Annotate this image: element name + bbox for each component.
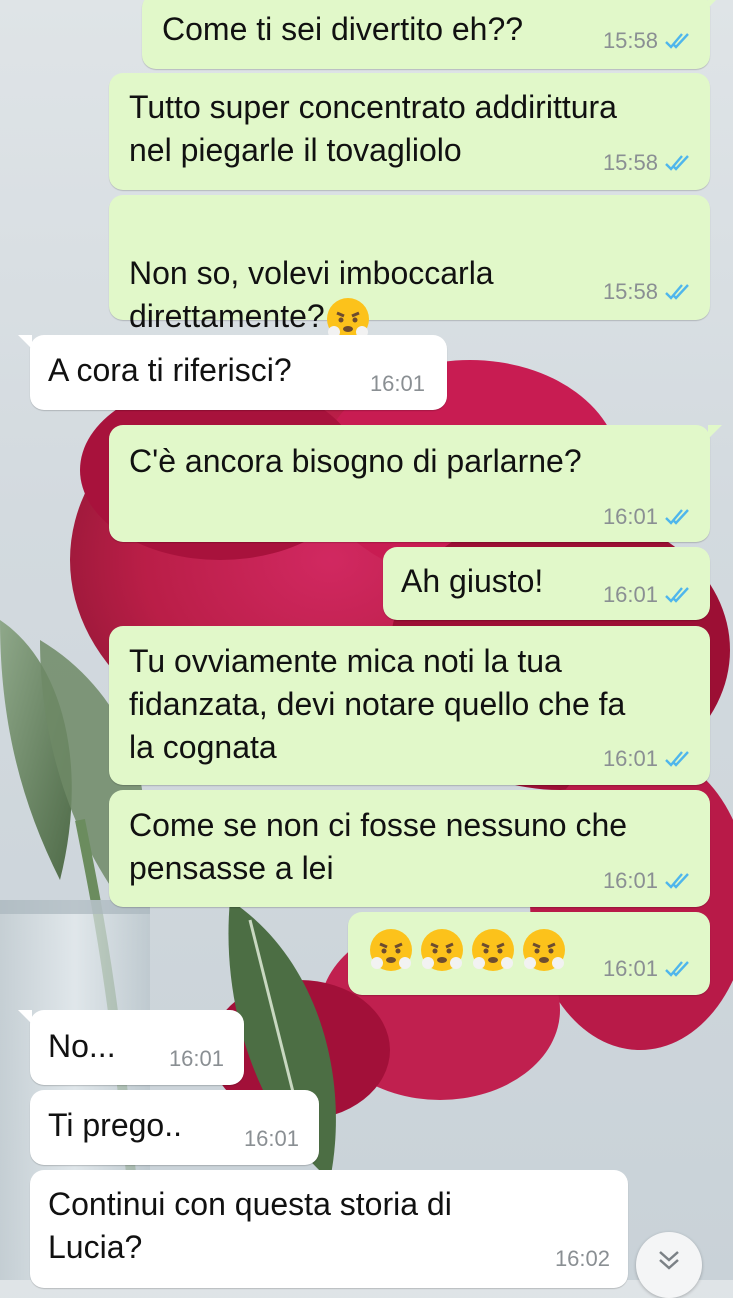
message-meta: 15:58	[603, 152, 692, 174]
message-text: Tutto super concentrato addirittura nel …	[129, 89, 617, 168]
message-time: 15:58	[602, 279, 658, 304]
message-bubble[interactable]: Tu ovviamente mica noti la tua fidanzata…	[109, 626, 710, 785]
double-check-icon	[665, 587, 689, 603]
message-text: No...	[48, 1028, 116, 1064]
message-text: Tu ovviamente mica noti la tua fidanzata…	[129, 643, 626, 765]
message-meta: 15:58	[603, 30, 692, 52]
message-bubble[interactable]: Ti prego.. 16:01	[30, 1090, 319, 1165]
message-time: 16:02	[554, 1246, 610, 1271]
double-check-icon	[665, 751, 689, 767]
message-text: Continui con questa storia di Lucia?	[48, 1186, 452, 1265]
message-meta: 16:01	[603, 870, 692, 892]
message-text: Come ti sei divertito eh??	[162, 11, 524, 47]
message-meta: 16:01	[603, 958, 692, 980]
message-time: 16:01	[243, 1126, 299, 1151]
face-with-steam-from-nose-icon	[523, 929, 565, 971]
message-text-content: Non so, volevi imboccarla direttamente?	[129, 255, 494, 334]
message-time: 16:01	[168, 1046, 224, 1071]
message-text: C'è ancora bisogno di parlarne?	[129, 443, 582, 479]
message-bubble[interactable]: Come ti sei divertito eh?? 15:58	[142, 0, 716, 69]
face-with-steam-from-nose-icon	[370, 929, 412, 971]
double-check-icon	[665, 873, 689, 889]
face-with-steam-from-nose-icon	[421, 929, 463, 971]
message-text: Ah giusto!	[401, 563, 544, 599]
message-time: 15:58	[602, 150, 658, 175]
message-meta: 16:01	[370, 373, 425, 395]
chevron-double-down-icon	[659, 1251, 679, 1270]
double-check-icon	[665, 33, 689, 49]
bubble-tail	[708, 425, 722, 439]
message-time: 16:01	[602, 746, 658, 771]
double-check-icon	[665, 961, 689, 977]
message-meta: 16:01	[603, 506, 692, 528]
bubble-tail	[18, 1010, 32, 1024]
message-meta: 15:58	[603, 281, 692, 303]
message-meta: 16:01	[169, 1048, 224, 1070]
message-bubble[interactable]: A cora ti riferisci? 16:01	[18, 335, 447, 410]
message-bubble[interactable]: 16:01	[348, 912, 710, 995]
message-text: Non so, volevi imboccarla direttamente?	[129, 209, 494, 342]
message-meta: 16:02	[555, 1248, 610, 1270]
message-meta: 16:01	[603, 748, 692, 770]
face-with-steam-from-nose-icon	[472, 929, 514, 971]
bubble-tail	[18, 335, 32, 349]
bubble-tail	[708, 0, 716, 8]
scroll-to-bottom-button[interactable]	[636, 1232, 702, 1298]
message-text: A cora ti riferisci?	[48, 352, 292, 388]
message-meta: 16:01	[603, 584, 692, 606]
message-bubble[interactable]: Continui con questa storia di Lucia? 16:…	[30, 1170, 628, 1288]
message-time: 16:01	[602, 868, 658, 893]
message-bubble[interactable]: C'è ancora bisogno di parlarne? 16:01	[109, 425, 722, 542]
message-time: 15:58	[602, 28, 658, 53]
emoji-row	[368, 927, 567, 973]
message-bubble[interactable]: Ah giusto! 16:01	[383, 547, 710, 620]
message-bubble[interactable]: No... 16:01	[18, 1010, 244, 1085]
double-check-icon	[665, 509, 689, 525]
double-check-icon	[665, 155, 689, 171]
message-bubble[interactable]: Come se non ci fosse nessuno che pensass…	[109, 790, 710, 907]
message-bubble[interactable]: Tutto super concentrato addirittura nel …	[109, 73, 710, 190]
message-meta: 16:01	[244, 1128, 299, 1150]
message-time: 16:01	[602, 504, 658, 529]
message-text: Ti prego..	[48, 1107, 182, 1143]
message-time: 16:01	[602, 956, 658, 981]
double-check-icon	[665, 284, 689, 300]
message-text: Come se non ci fosse nessuno che pensass…	[129, 807, 628, 886]
message-time: 16:01	[369, 371, 425, 396]
message-bubble[interactable]: Non so, volevi imboccarla direttamente? …	[109, 195, 710, 340]
message-time: 16:01	[602, 582, 658, 607]
